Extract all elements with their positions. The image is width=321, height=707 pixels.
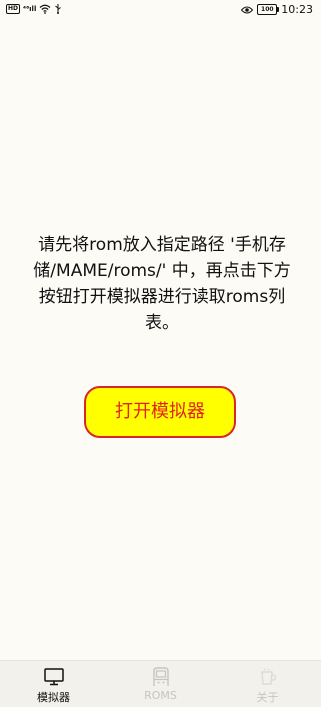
battery-icon: 100 [257, 4, 280, 15]
cup-icon [260, 668, 276, 685]
tab-label-emulator: 模拟器 [37, 691, 70, 704]
wifi-icon [39, 4, 51, 14]
hd-badge: HD [6, 3, 21, 14]
tab-emulator[interactable]: 模拟器 [0, 661, 107, 707]
status-left: HD ⁴⁶ıll [6, 3, 62, 14]
tab-label-roms: ROMS [144, 689, 177, 702]
usb-icon [55, 4, 62, 14]
tab-label-about: 关于 [256, 691, 279, 704]
status-time: 10:23 [281, 3, 313, 16]
open-emulator-button[interactable]: 打开模拟器 [84, 386, 236, 438]
tab-about[interactable]: 关于 [214, 661, 321, 707]
eye-icon [241, 6, 254, 13]
tab-roms[interactable]: ROMS [107, 661, 214, 707]
signal-icon: ⁴⁶ıll [23, 4, 37, 13]
instruction-text: 请先将rom放入指定路径 '手机存储/MAME/roms/' 中，再点击下方按钮… [33, 235, 291, 333]
status-right: 100 10:23 [241, 3, 313, 16]
bottom-tab-bar: 模拟器 ROMS 关于 [0, 660, 321, 707]
status-bar: HD ⁴⁶ıll 100 10:23 [0, 0, 321, 20]
monitor-icon [43, 668, 64, 686]
arcade-cabinet-icon [152, 667, 169, 686]
